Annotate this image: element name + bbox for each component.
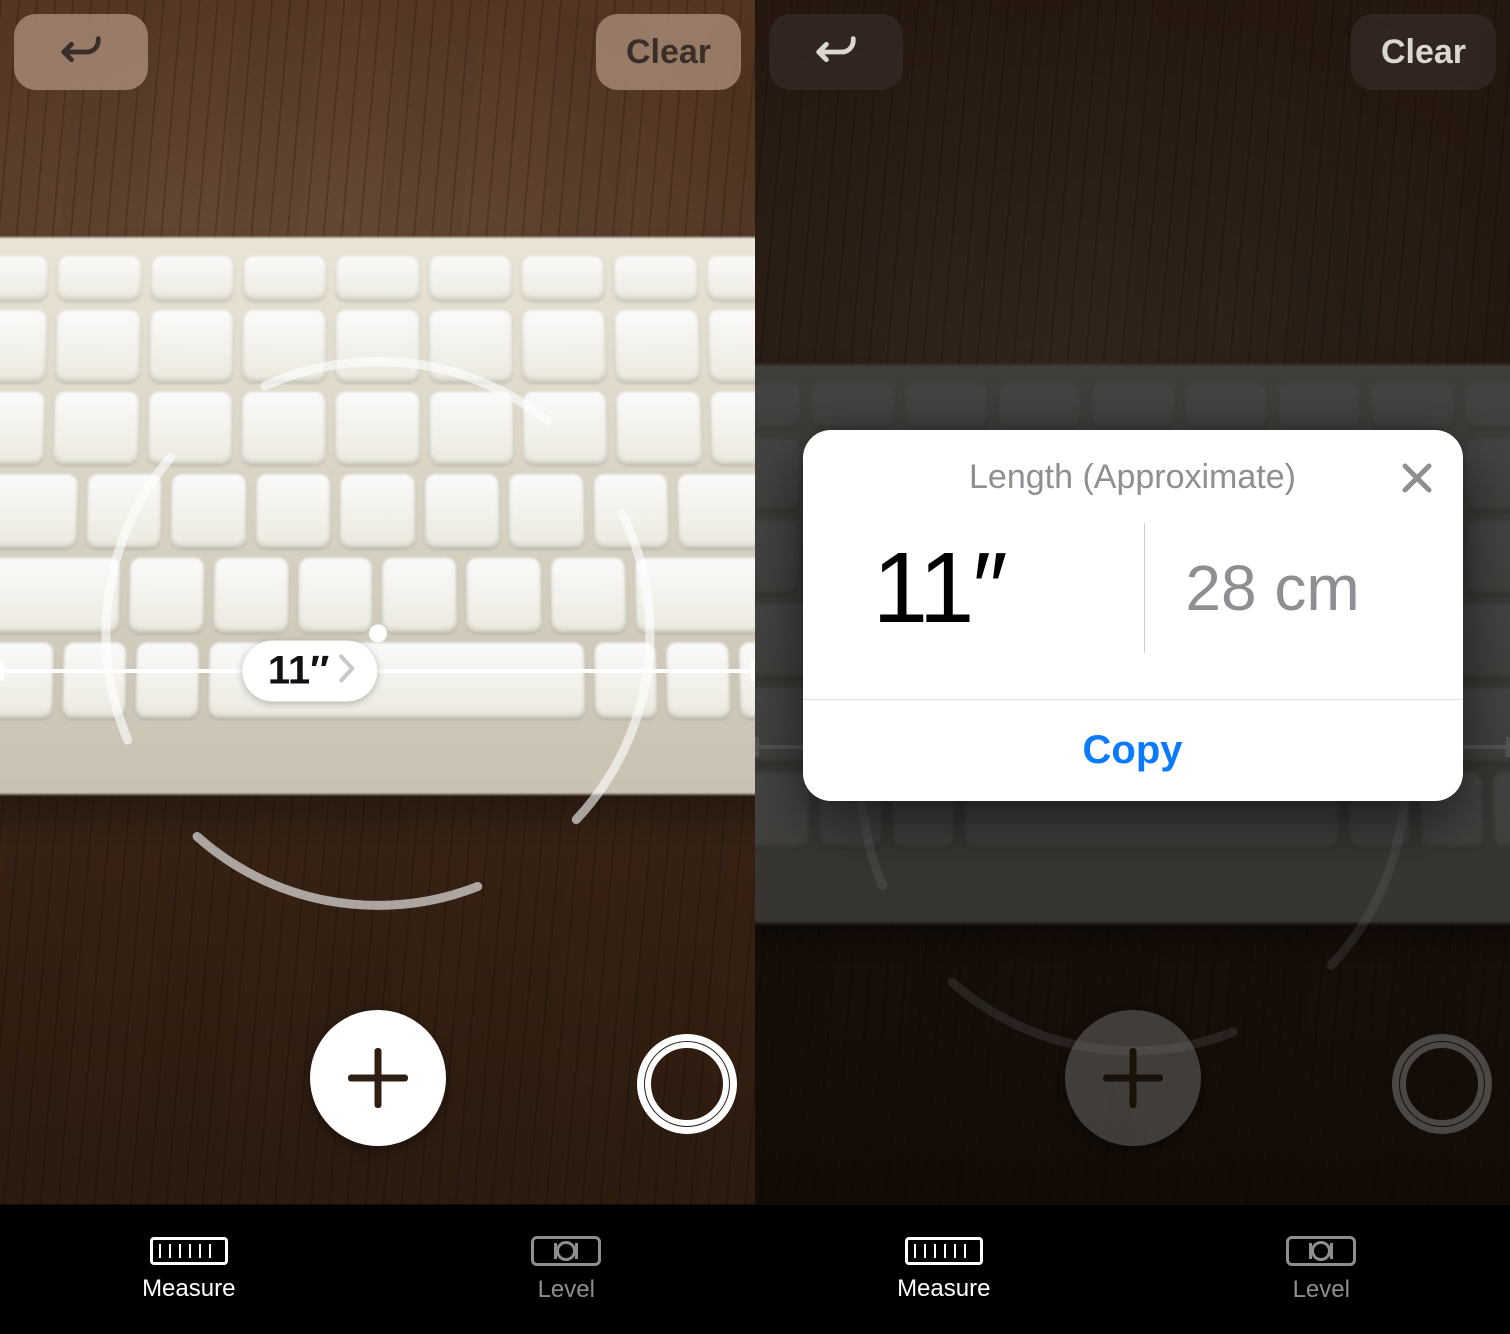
- undo-icon: [58, 29, 104, 75]
- shutter-button[interactable]: [1392, 1034, 1492, 1134]
- undo-button[interactable]: [769, 14, 903, 90]
- measurement-line: [0, 669, 755, 673]
- undo-icon: [813, 29, 859, 75]
- tab-level[interactable]: Level: [1133, 1205, 1510, 1334]
- plus-icon: [1103, 1048, 1163, 1108]
- ruler-icon: [905, 1237, 983, 1265]
- close-button[interactable]: [1395, 456, 1439, 500]
- card-title: Length (Approximate): [823, 458, 1443, 497]
- measure-screen-main: 11″ Clear Measure: [0, 0, 755, 1334]
- measurement-pill[interactable]: 11″: [242, 641, 377, 702]
- length-imperial-value: 11″: [833, 531, 1145, 646]
- tab-level-label: Level: [538, 1276, 595, 1304]
- level-icon: [1286, 1236, 1356, 1266]
- close-icon: [1400, 461, 1434, 495]
- tab-bar: Measure Level: [755, 1204, 1510, 1334]
- tab-bar: Measure Level: [0, 1204, 755, 1334]
- ruler-icon: [150, 1237, 228, 1265]
- tab-level-label: Level: [1293, 1276, 1350, 1304]
- clear-button-label: Clear: [1381, 33, 1466, 72]
- plus-icon: [348, 1048, 408, 1108]
- keyboard-object: [0, 237, 755, 794]
- copy-button-label: Copy: [1083, 728, 1183, 772]
- measurement-value: 11″: [268, 649, 329, 694]
- clear-button[interactable]: Clear: [1351, 14, 1496, 90]
- shutter-button[interactable]: [637, 1034, 737, 1134]
- tab-measure-label: Measure: [897, 1275, 990, 1303]
- tab-measure-label: Measure: [142, 1275, 235, 1303]
- measure-screen-detail: Clear Length (Approximate) 11″ 28 cm Cop…: [755, 0, 1510, 1334]
- chevron-right-icon: [337, 653, 357, 689]
- length-metric-value: 28 cm: [1145, 551, 1432, 625]
- tab-level[interactable]: Level: [378, 1205, 756, 1334]
- undo-button[interactable]: [14, 14, 148, 90]
- add-point-button[interactable]: [1065, 1010, 1201, 1146]
- tab-measure[interactable]: Measure: [755, 1205, 1133, 1334]
- add-point-button[interactable]: [310, 1010, 446, 1146]
- clear-button[interactable]: Clear: [596, 14, 741, 90]
- measurement-detail-card: Length (Approximate) 11″ 28 cm Copy: [803, 430, 1463, 801]
- level-icon: [531, 1236, 601, 1266]
- copy-button[interactable]: Copy: [803, 700, 1463, 801]
- clear-button-label: Clear: [626, 33, 711, 72]
- tab-measure[interactable]: Measure: [0, 1205, 378, 1334]
